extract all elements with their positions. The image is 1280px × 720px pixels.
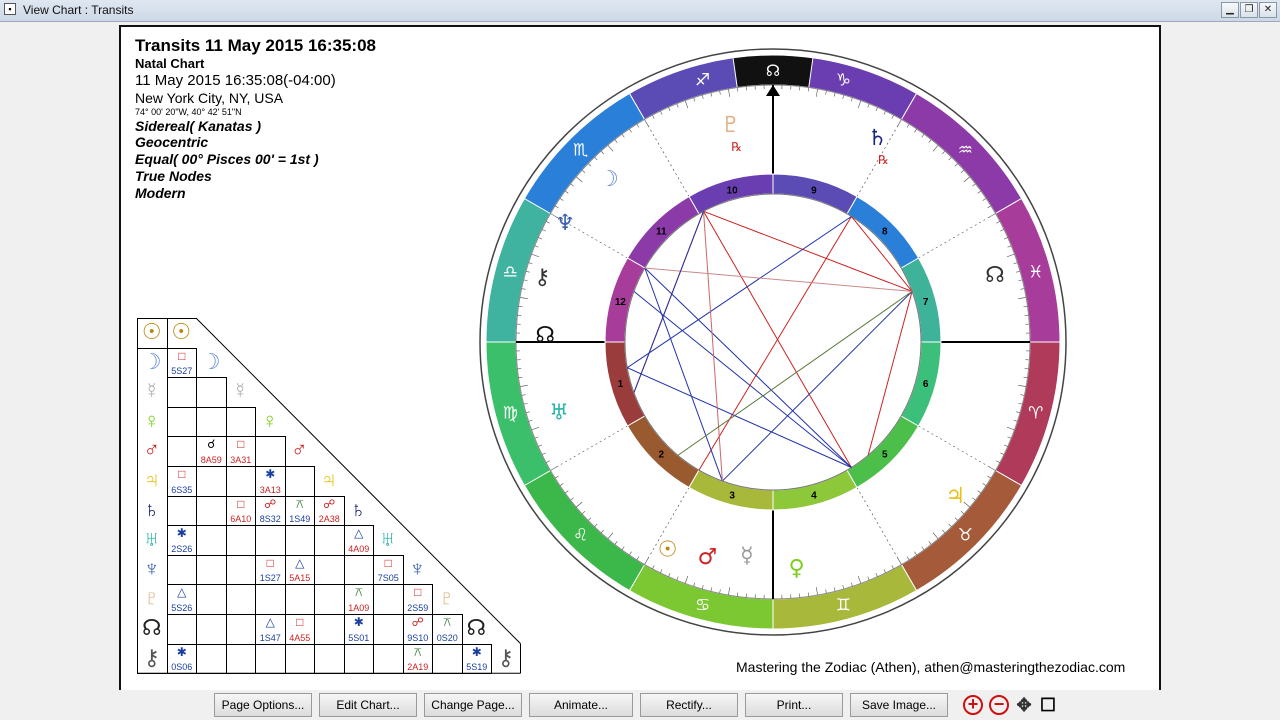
planet-glyph-northnode: ☊	[985, 263, 1005, 288]
node-marker-glyph: ☊	[766, 61, 780, 80]
planet-glyph-venus: ♀	[789, 556, 805, 581]
retrograde-marker: ℞	[878, 153, 889, 167]
change-page-button[interactable]: Change Page...	[424, 693, 522, 717]
house-number: 8	[882, 226, 888, 237]
planet-glyph-saturn: ♄	[868, 126, 888, 151]
house-number: 3	[729, 491, 735, 502]
sign-glyph: ♊	[836, 596, 851, 616]
house-number: 9	[811, 185, 817, 196]
sign-glyph: ♎	[503, 263, 518, 283]
sign-glyph: ♉	[958, 525, 973, 545]
zoom-in-icon[interactable]: +	[963, 695, 983, 715]
credit-text: Mastering the Zodiac (Athen), athen@mast…	[736, 659, 1126, 675]
planet-glyph-uranus: ♅	[549, 401, 569, 426]
house-number: 1	[618, 379, 624, 390]
retrograde-marker: ℞	[731, 140, 742, 154]
sign-glyph: ♐	[695, 70, 710, 90]
house-number: 12	[615, 297, 627, 308]
sign-glyph: ♈	[1028, 403, 1043, 423]
edit-chart-button[interactable]: Edit Chart...	[319, 693, 417, 717]
sign-glyph: ♒	[958, 141, 973, 161]
pan-icon[interactable]: ✥	[1014, 695, 1034, 715]
planet-glyph-sun: ☉	[658, 538, 678, 563]
house-number: 2	[658, 450, 664, 461]
animate-button[interactable]: Animate...	[529, 693, 633, 717]
planet-glyph-jupiter: ♃	[945, 484, 965, 509]
fit-icon[interactable]: ☐	[1038, 695, 1058, 715]
page-options-button[interactable]: Page Options...	[214, 693, 312, 717]
house-number: 4	[811, 491, 817, 502]
sign-glyph: ♑	[836, 70, 851, 90]
sign-glyph: ♏	[573, 141, 588, 161]
planet-glyph-mercury: ☿	[740, 543, 754, 568]
planet-glyph-mars: ♂	[698, 545, 718, 570]
house-number: 6	[923, 379, 929, 390]
planet-glyph-node: ☊	[535, 323, 555, 348]
house-number: 7	[923, 297, 929, 308]
zoom-out-icon[interactable]: −	[989, 695, 1009, 715]
sign-glyph: ♌	[573, 525, 588, 545]
house-number: 5	[882, 450, 888, 461]
planet-glyph-neptune: ♆	[555, 211, 575, 236]
house-number: 10	[727, 185, 739, 196]
house-number: 11	[656, 226, 667, 237]
planet-glyph-pluto: ♇	[721, 113, 741, 138]
sign-glyph: ♋	[695, 596, 710, 616]
planet-glyph-moon: ☽	[599, 167, 619, 192]
print-button[interactable]: Print...	[745, 693, 843, 717]
chart-wheel: ♐ ♑♒♓♈♉♊♋♌♍♎♏☊123 456789101112♇℞ ♄℞☽♆⚷☊♅☉ ♂ ☿…	[479, 48, 1067, 636]
sign-glyph: ♓	[1028, 263, 1043, 283]
rectify-button[interactable]: Rectify...	[640, 693, 738, 717]
save-image-button[interactable]: Save Image...	[850, 693, 948, 717]
sign-glyph: ♍	[503, 403, 518, 423]
planet-glyph-chiron: ⚷	[534, 265, 550, 290]
